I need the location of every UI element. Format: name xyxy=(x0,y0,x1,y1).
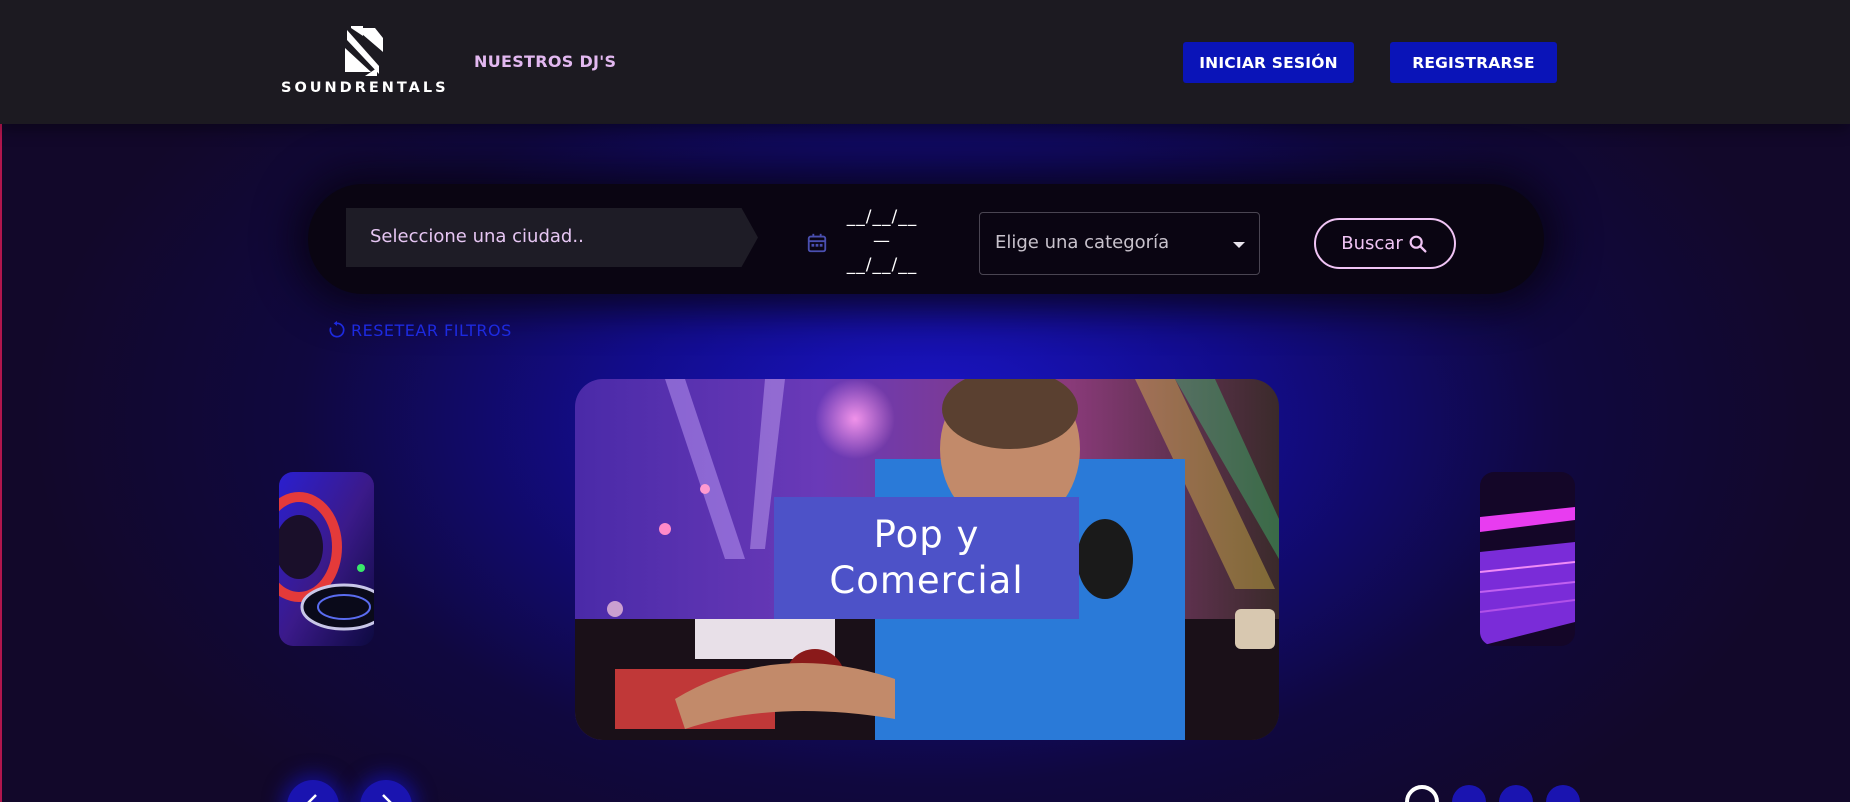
carousel-slide-prev[interactable] xyxy=(279,472,374,646)
category-select[interactable]: Elige una categoría xyxy=(979,212,1260,275)
chevron-left-icon xyxy=(307,794,317,802)
chevron-right-icon xyxy=(382,794,392,802)
date-range-input[interactable]: __/__/__ — __/__/__ xyxy=(838,205,926,277)
slide-label-line1: Pop y xyxy=(873,513,980,556)
category-placeholder: Elige una categoría xyxy=(995,232,1170,253)
logo[interactable]: SOUNDRENTALS xyxy=(281,26,447,96)
carousel-dot-4[interactable] xyxy=(1546,785,1580,802)
date-end: __/__/__ xyxy=(846,255,918,275)
page: SOUNDRENTALS NUESTROS DJ'S INICIAR SESIÓ… xyxy=(0,0,1850,802)
city-select-placeholder[interactable]: Seleccione una ciudad.. xyxy=(370,226,584,247)
carousel-dot-3[interactable] xyxy=(1499,785,1533,802)
date-separator: — xyxy=(873,231,891,251)
search-button[interactable]: Buscar xyxy=(1314,218,1456,269)
turntable-image xyxy=(279,472,374,646)
carousel-dot-2[interactable] xyxy=(1452,785,1486,802)
reset-filters-button[interactable]: RESETEAR FILTROS xyxy=(327,320,512,340)
date-start: __/__/__ xyxy=(846,207,918,227)
carousel-prev-button[interactable] xyxy=(287,780,339,802)
carousel-dot-1[interactable] xyxy=(1405,785,1439,802)
logo-text: SOUNDRENTALS xyxy=(281,80,449,96)
calendar-icon[interactable] xyxy=(806,232,828,254)
search-icon xyxy=(1409,235,1427,253)
chevron-down-icon xyxy=(1233,242,1245,248)
carousel-slide-next[interactable] xyxy=(1480,472,1575,646)
vinyl-image xyxy=(1480,472,1575,646)
slide-label-line2: Comercial xyxy=(829,559,1024,602)
login-button[interactable]: INICIAR SESIÓN xyxy=(1183,42,1354,83)
reset-filters-label: RESETEAR FILTROS xyxy=(351,320,512,340)
register-button[interactable]: REGISTRARSE xyxy=(1390,42,1557,83)
header: SOUNDRENTALS NUESTROS DJ'S INICIAR SESIÓ… xyxy=(0,0,1850,124)
reset-icon xyxy=(329,320,345,338)
logo-mark-icon xyxy=(345,26,383,76)
carousel-next-button[interactable] xyxy=(360,780,412,802)
slide-category-label[interactable]: Pop y Comercial xyxy=(774,497,1079,619)
nav-link-djs[interactable]: NUESTROS DJ'S xyxy=(474,52,616,71)
search-button-label: Buscar xyxy=(1341,233,1403,254)
